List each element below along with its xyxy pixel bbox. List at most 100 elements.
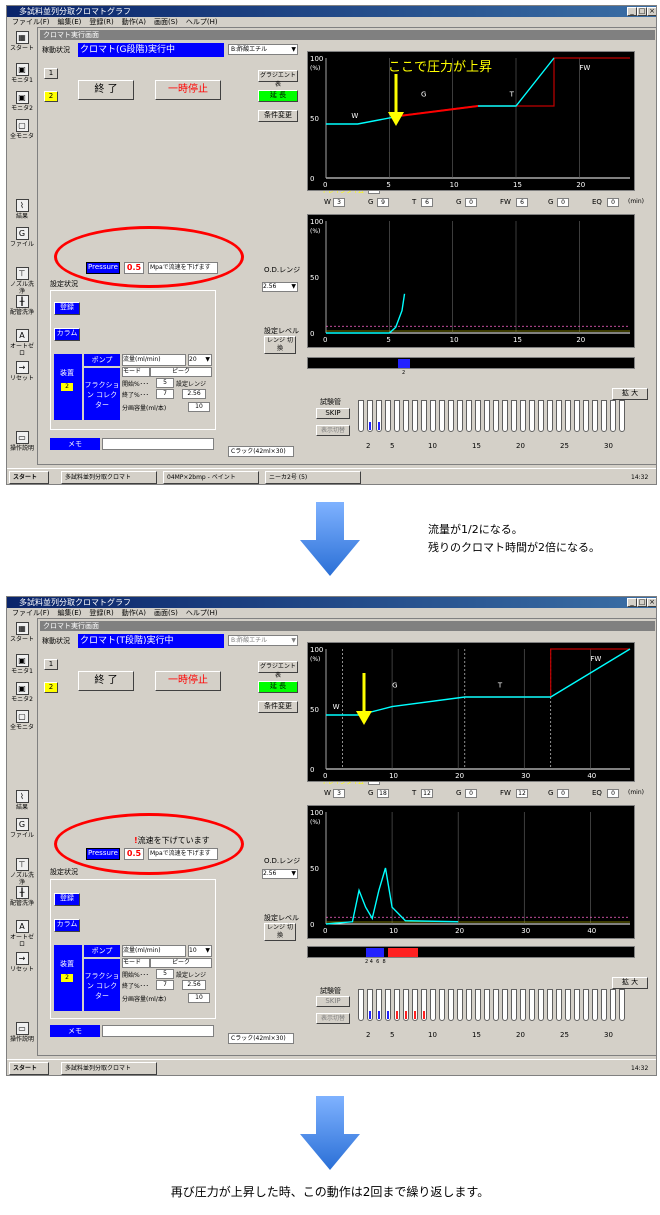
condition-button[interactable]: 条件変更	[258, 110, 298, 122]
menu-action[interactable]: 動作(A)	[122, 18, 146, 26]
column-button[interactable]: カラム	[54, 328, 80, 341]
test-tube[interactable]	[412, 400, 418, 432]
start-button[interactable]: スタート	[9, 1062, 49, 1075]
channel-1-button[interactable]: 1	[44, 659, 58, 670]
sidebar-result[interactable]: ⌇ 結果	[8, 790, 36, 811]
channel-1-button[interactable]: 1	[44, 68, 58, 79]
extend-button[interactable]: 延 長	[258, 90, 298, 102]
test-tube[interactable]	[574, 400, 580, 432]
sidebar-pipe[interactable]: ╫ 配管洗浄	[8, 295, 36, 316]
maximize-icon[interactable]: □	[637, 598, 647, 607]
test-tube[interactable]	[511, 400, 517, 432]
eq-value[interactable]: 0	[465, 789, 477, 798]
end-pct-value[interactable]: 7	[156, 980, 174, 990]
test-tube[interactable]	[610, 989, 616, 1021]
channel-2-button[interactable]: 2	[44, 682, 58, 693]
sidebar-start[interactable]: ▦ スタート	[8, 31, 36, 52]
test-tube[interactable]	[412, 989, 418, 1021]
sidebar-pipe[interactable]: ╫ 配管洗浄	[8, 886, 36, 907]
menu-help[interactable]: ヘルプ(H)	[186, 18, 218, 26]
display-switch-button[interactable]: 表示切替	[316, 425, 350, 436]
test-tube[interactable]	[619, 400, 625, 432]
test-tube[interactable]	[592, 400, 598, 432]
eq-value[interactable]: 9	[377, 198, 389, 207]
menu-file[interactable]: ファイル(F)	[12, 18, 50, 26]
test-tube[interactable]	[547, 989, 553, 1021]
eq-value[interactable]: 3	[333, 198, 345, 207]
taskbar-item[interactable]: 04MP×2bmp - ペイント	[163, 471, 259, 484]
skip-button[interactable]: SKIP	[316, 408, 350, 419]
test-tube[interactable]	[421, 400, 427, 432]
menu-file[interactable]: ファイル(F)	[12, 609, 50, 617]
menu-register[interactable]: 登録(R)	[89, 609, 113, 617]
sidebar-monitor1[interactable]: ▣ モニタ1	[8, 63, 36, 84]
test-tube[interactable]	[583, 400, 589, 432]
test-tube[interactable]	[394, 989, 400, 1021]
sidebar-help[interactable]: ▭ 操作説明	[8, 431, 36, 452]
close-icon[interactable]: ×	[647, 7, 656, 16]
sidebar-start[interactable]: ▦ スタート	[8, 622, 36, 643]
test-tube[interactable]	[367, 989, 373, 1021]
menu-action[interactable]: 動作(A)	[122, 609, 146, 617]
sidebar-all-monitor[interactable]: ▢ 全モニタ	[8, 119, 36, 140]
start-pct-value[interactable]: 5	[156, 969, 174, 979]
test-tube[interactable]	[502, 989, 508, 1021]
test-tube[interactable]	[466, 989, 472, 1021]
column-button[interactable]: カラム	[54, 919, 80, 932]
test-tube[interactable]	[403, 989, 409, 1021]
od-range-select[interactable]: 2.56 ▼	[262, 282, 298, 292]
taskbar-item[interactable]: 多試料並列分取クロマト	[61, 471, 157, 484]
test-tube[interactable]	[367, 400, 373, 432]
sidebar-monitor1[interactable]: ▣ モニタ1	[8, 654, 36, 675]
flow-select[interactable]: 20 ▼	[188, 354, 212, 366]
test-tube[interactable]	[484, 400, 490, 432]
sidebar-reset[interactable]: → リセット	[8, 361, 36, 382]
sidebar-monitor2[interactable]: ▣ モニタ2	[8, 91, 36, 112]
test-tube[interactable]	[430, 400, 436, 432]
pause-button[interactable]: 一時停止	[155, 671, 221, 691]
test-tube[interactable]	[511, 989, 517, 1021]
test-tube[interactable]	[556, 989, 562, 1021]
test-tube[interactable]	[457, 400, 463, 432]
eq-value[interactable]: 0	[557, 198, 569, 207]
test-tube[interactable]	[403, 400, 409, 432]
eq-value[interactable]: 6	[516, 198, 528, 207]
enlarge-button[interactable]: 拡 大	[612, 388, 648, 400]
test-tube[interactable]	[448, 400, 454, 432]
solvent-select[interactable]: B:酢酸エチル ▼	[228, 44, 298, 55]
register-button[interactable]: 登録	[54, 302, 80, 315]
sidebar-monitor2[interactable]: ▣ モニタ2	[8, 682, 36, 703]
eq-value[interactable]: 0	[607, 789, 619, 798]
skip-button[interactable]: SKIP	[316, 996, 350, 1007]
sidebar-file[interactable]: G ファイル	[8, 227, 36, 248]
channel-2-button[interactable]: 2	[44, 91, 58, 102]
menu-screen[interactable]: 画面(S)	[154, 609, 178, 617]
test-tube[interactable]	[619, 989, 625, 1021]
minimize-icon[interactable]: _	[627, 7, 637, 16]
gradient-button[interactable]: グラジエント表	[258, 70, 298, 88]
maximize-icon[interactable]: □	[637, 7, 647, 16]
test-tube[interactable]	[538, 400, 544, 432]
test-tube[interactable]	[583, 989, 589, 1021]
test-tube[interactable]	[385, 400, 391, 432]
test-tube[interactable]	[475, 989, 481, 1021]
test-tube[interactable]	[358, 989, 364, 1021]
menu-help[interactable]: ヘルプ(H)	[186, 609, 218, 617]
menu-edit[interactable]: 編集(E)	[58, 609, 82, 617]
start-button[interactable]: スタート	[9, 471, 49, 484]
test-tube[interactable]	[520, 989, 526, 1021]
test-tube[interactable]	[547, 400, 553, 432]
range-value[interactable]: 2.56	[182, 389, 206, 399]
close-icon[interactable]: ×	[647, 598, 656, 607]
start-pct-value[interactable]: 5	[156, 378, 174, 388]
eq-value[interactable]: 12	[516, 789, 528, 798]
menu-screen[interactable]: 画面(S)	[154, 18, 178, 26]
test-tube[interactable]	[565, 989, 571, 1021]
test-tube[interactable]	[493, 400, 499, 432]
test-tube[interactable]	[574, 989, 580, 1021]
test-tube[interactable]	[484, 989, 490, 1021]
test-tube[interactable]	[421, 989, 427, 1021]
end-button[interactable]: 終 了	[78, 80, 134, 100]
test-tube[interactable]	[529, 400, 535, 432]
test-tube[interactable]	[502, 400, 508, 432]
